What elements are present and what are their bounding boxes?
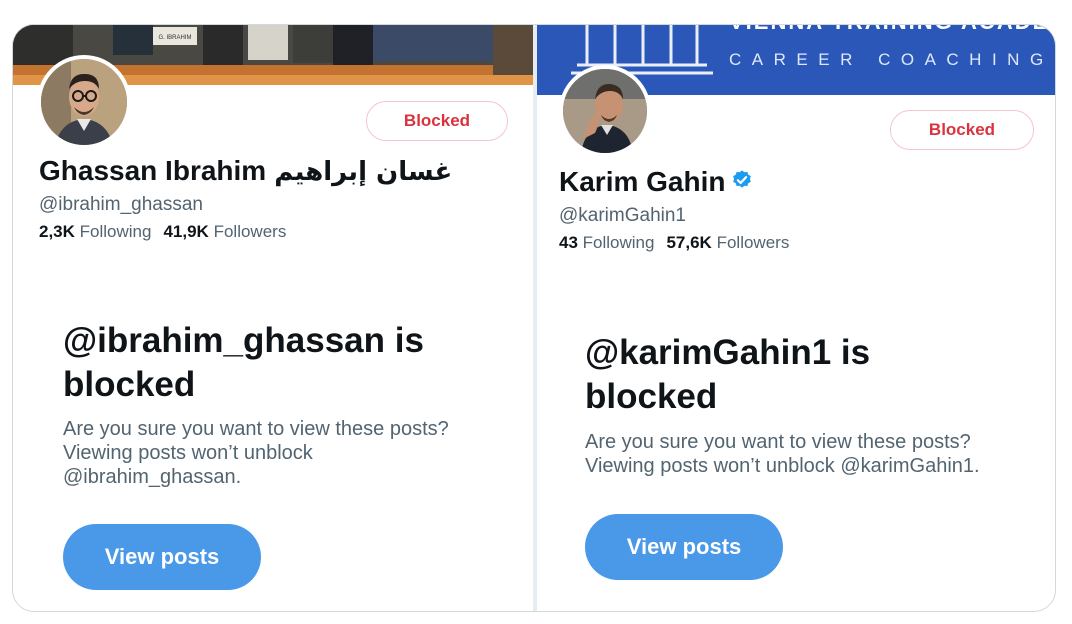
- followers-label: Followers: [213, 222, 287, 241]
- following-count: 2,3K: [39, 222, 75, 241]
- banner-nameplate: G. IBRAHIM: [158, 35, 191, 41]
- display-name-latin: Ghassan Ibrahim: [39, 155, 267, 186]
- display-name: Karim Gahin: [559, 166, 753, 200]
- view-posts-button[interactable]: View posts: [585, 514, 783, 580]
- user-handle: @karimGahin1: [559, 205, 686, 226]
- follow-stats: 43 Following 57,6K Followers: [559, 233, 789, 253]
- follow-stats: 2,3K Following 41,9K Followers: [39, 222, 286, 242]
- followers-label: Followers: [716, 233, 790, 252]
- avatar[interactable]: [559, 65, 651, 157]
- user-handle: @ibrahim_ghassan: [39, 194, 203, 215]
- followers-link[interactable]: 41,9K Followers: [163, 222, 286, 241]
- following-link[interactable]: 2,3K Following: [39, 222, 151, 241]
- blocked-button[interactable]: Blocked: [890, 110, 1034, 150]
- blocked-description: Are you sure you want to view these post…: [63, 418, 449, 488]
- followers-link[interactable]: 57,6K Followers: [666, 233, 789, 252]
- banner-title: VIENNA TRAINING ACADEMY: [729, 25, 1056, 34]
- blocked-description: Are you sure you want to view these post…: [585, 431, 980, 477]
- display-name: Ghassan Ibrahim غسان إبراهيم: [39, 155, 452, 187]
- following-link[interactable]: 43 Following: [559, 233, 654, 252]
- following-count: 43: [559, 233, 578, 252]
- avatar[interactable]: [37, 55, 131, 149]
- display-name-latin: Karim Gahin: [559, 166, 726, 197]
- blocked-title: @ibrahim_ghassan is blocked: [63, 321, 424, 404]
- following-label: Following: [582, 233, 655, 252]
- banner-subtitle: CAREER COACHING: [729, 50, 1054, 69]
- verified-badge-icon[interactable]: [731, 166, 753, 198]
- followers-count: 41,9K: [163, 222, 209, 241]
- blocked-title: @karimGahin1 is blocked: [585, 333, 871, 416]
- view-posts-button[interactable]: View posts: [63, 524, 261, 590]
- followers-count: 57,6K: [666, 233, 712, 252]
- profile-panel-ghassan: G. IBRAHIM Blocked Ghassan Ibrahim غسان …: [13, 25, 533, 611]
- blocked-button[interactable]: Blocked: [366, 101, 508, 141]
- avatar-photo: [41, 59, 127, 145]
- following-label: Following: [79, 222, 152, 241]
- screenshot-frame: G. IBRAHIM Blocked Ghassan Ibrahim غسان …: [12, 24, 1056, 612]
- display-name-arabic: غسان إبراهيم: [274, 157, 453, 187]
- profile-panel-karim: VIENNA TRAINING ACADEMY CAREER COACHING …: [537, 25, 1056, 611]
- avatar-photo: [563, 69, 647, 153]
